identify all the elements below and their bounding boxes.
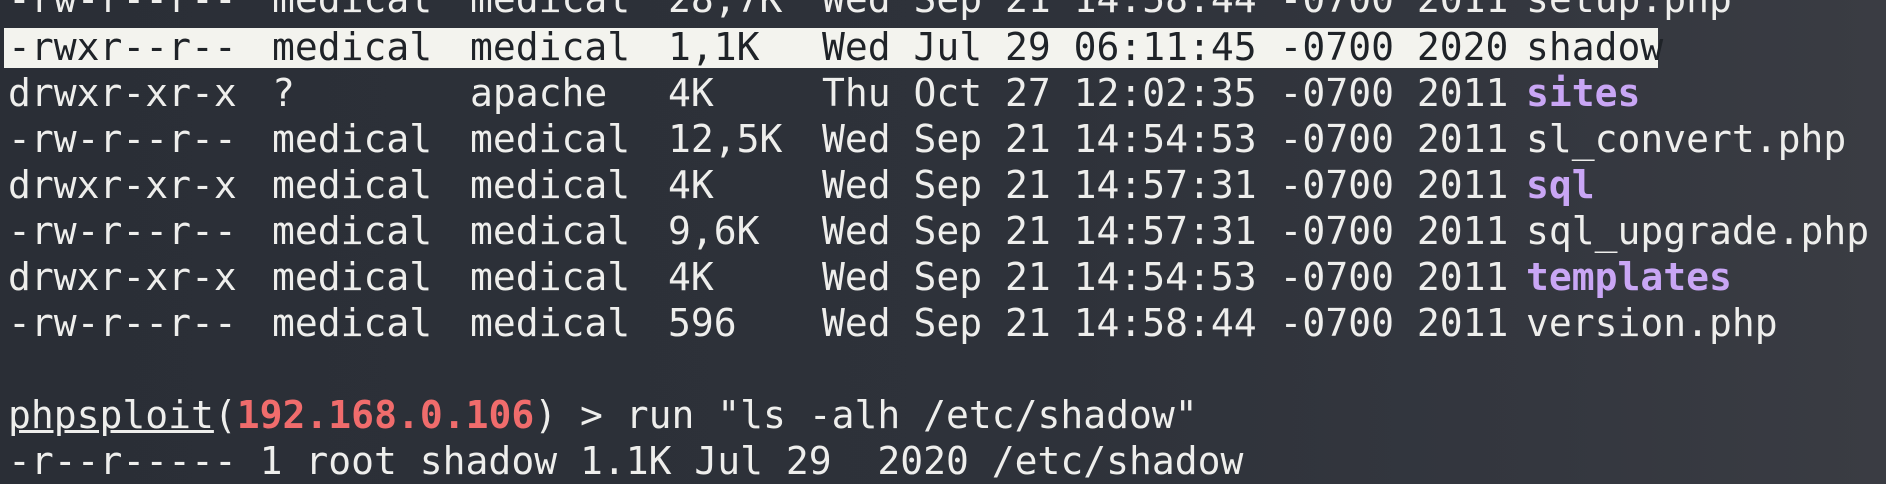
row-owner: medical — [272, 255, 433, 299]
row-date: Wed Sep 21 14:58:44 -0700 2011 — [822, 0, 1508, 22]
row-owner: medical — [272, 163, 433, 207]
row-group: medical — [470, 117, 631, 161]
row-owner: medical — [272, 25, 433, 69]
listing-row: -rw-r--r-- medical medical 9,6K Wed Sep … — [0, 208, 1886, 254]
command-output: -r--r----- 1 root shadow 1.1K Jul 29 202… — [8, 439, 1244, 483]
row-date: Wed Sep 21 14:54:53 -0700 2011 — [822, 255, 1509, 299]
listing-row-selected[interactable]: -rwxr--r-- medical medical 1,1K Wed Jul … — [0, 24, 1886, 70]
row-date: Thu Oct 27 12:02:35 -0700 2011 — [822, 71, 1509, 115]
row-filename: version.php — [1526, 301, 1778, 345]
row-group: medical — [470, 255, 631, 299]
row-size: 4K — [668, 71, 714, 115]
row-permissions: drwxr-xr-x — [8, 71, 237, 115]
shell-prompt-line[interactable]: phpsploit(192.168.0.106) > run "ls -alh … — [0, 392, 1886, 438]
listing-row: -rw-r--r-- medical medical 596 Wed Sep 2… — [0, 300, 1886, 346]
row-date: Wed Sep 21 14:58:44 -0700 2011 — [822, 301, 1509, 345]
terminal-window[interactable]: -rw-r--r-- medical medical 28,7K Wed Sep… — [0, 0, 1886, 484]
row-owner: medical — [272, 209, 433, 253]
row-size: 12,5K — [668, 117, 783, 161]
row-permissions: drwxr-xr-x — [8, 255, 237, 299]
row-dirname: sql — [1526, 163, 1595, 207]
row-date: Wed Sep 21 14:57:31 -0700 2011 — [822, 209, 1509, 253]
row-filename: setup.php — [1526, 0, 1732, 22]
row-size: 1,1K — [668, 25, 760, 69]
row-permissions: drwxr-xr-x — [8, 163, 237, 207]
row-permissions: -rw-r--r-- — [8, 0, 237, 22]
command-output-line: -r--r----- 1 root shadow 1.1K Jul 29 202… — [0, 438, 1886, 484]
row-filename: sl_convert.php — [1526, 117, 1847, 161]
prompt-container: phpsploit(192.168.0.106) > run "ls -alh … — [8, 392, 1198, 438]
row-owner: medical — [272, 117, 433, 161]
listing-row: drwxr-xr-x medical medical 4K Wed Sep 21… — [0, 254, 1886, 300]
row-group: medical — [470, 209, 631, 253]
row-filename: shadow — [1526, 25, 1664, 69]
row-size: 4K — [668, 163, 714, 207]
row-owner: ? — [272, 71, 295, 115]
row-group: medical — [470, 0, 630, 22]
row-dirname: templates — [1526, 255, 1732, 299]
row-group: medical — [470, 25, 631, 69]
row-date: Wed Jul 29 06:11:45 -0700 2020 — [822, 25, 1509, 69]
row-date: Wed Sep 21 14:54:53 -0700 2011 — [822, 117, 1509, 161]
prompt-open-paren: ( — [213, 393, 237, 437]
row-permissions: -rw-r--r-- — [8, 117, 237, 161]
prompt-symbol: ) > — [534, 393, 626, 437]
row-permissions: -rw-r--r-- — [8, 209, 237, 253]
row-size: 28,7K — [668, 0, 782, 22]
row-size: 4K — [668, 255, 714, 299]
prompt-ip: 192.168.0.106 — [236, 393, 535, 437]
listing-row: -rw-r--r-- medical medical 12,5K Wed Sep… — [0, 116, 1886, 162]
row-permissions: -rwxr--r-- — [8, 25, 237, 69]
row-filename: sql_upgrade.php — [1526, 209, 1870, 253]
row-group: medical — [470, 301, 631, 345]
listing-row: drwxr-xr-x ? apache 4K Thu Oct 27 12:02:… — [0, 70, 1886, 116]
listing-row-partial: -rw-r--r-- medical medical 28,7K Wed Sep… — [0, 0, 1886, 22]
row-size: 9,6K — [668, 209, 760, 253]
row-date: Wed Sep 21 14:57:31 -0700 2011 — [822, 163, 1509, 207]
listing-row: drwxr-xr-x medical medical 4K Wed Sep 21… — [0, 162, 1886, 208]
row-size: 596 — [668, 301, 737, 345]
prompt-command: run "ls -alh /etc/shadow" — [625, 393, 1198, 437]
row-group: apache — [470, 71, 608, 115]
row-owner: medical — [272, 0, 432, 22]
row-permissions: -rw-r--r-- — [8, 301, 237, 345]
row-owner: medical — [272, 301, 433, 345]
prompt-name: phpsploit — [8, 393, 214, 437]
row-dirname: sites — [1526, 71, 1641, 115]
row-group: medical — [470, 163, 631, 207]
